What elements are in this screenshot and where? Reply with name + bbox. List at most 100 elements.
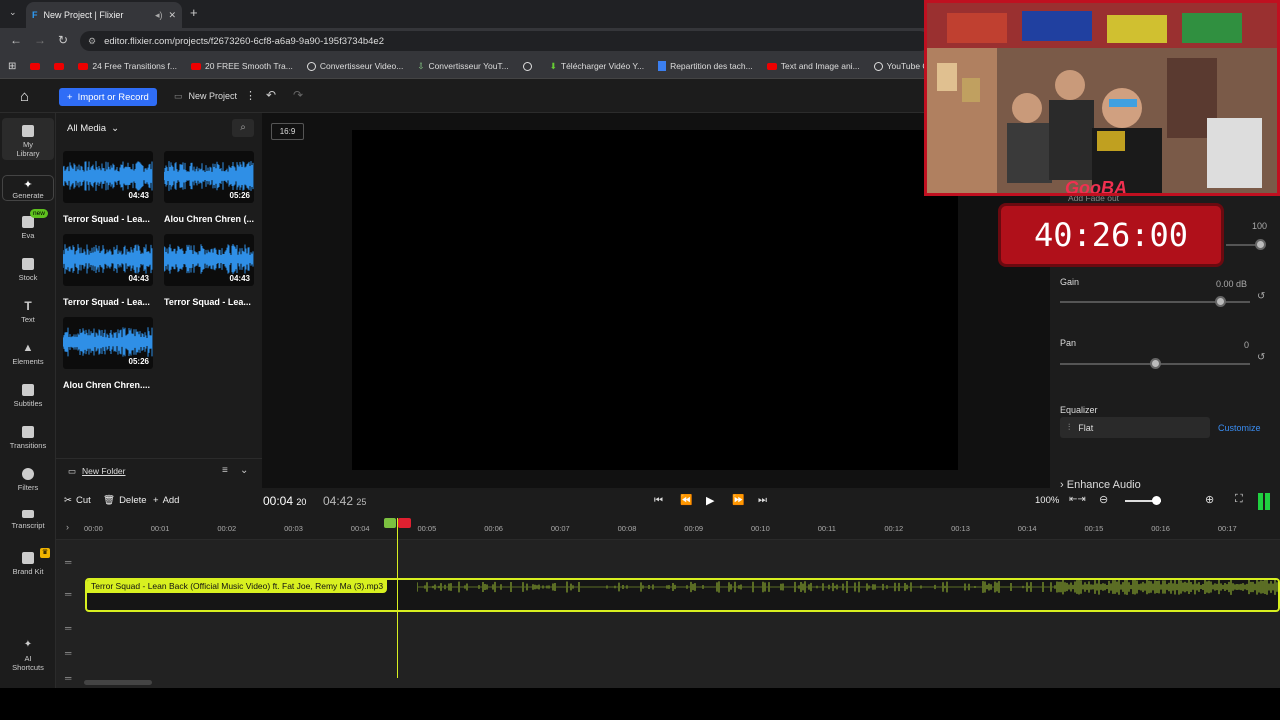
bookmark-item[interactable]: Repartition des tach...: [658, 61, 753, 71]
expand-tracks-icon[interactable]: ›: [66, 522, 69, 532]
sidebar-item-transitions[interactable]: Transitions: [2, 426, 54, 450]
tab-audio-icon[interactable]: ◂): [155, 10, 163, 21]
add-button[interactable]: + Add: [153, 495, 179, 506]
playhead-handle-right[interactable]: [398, 518, 411, 528]
webcam-scene: [927, 3, 1277, 193]
track-handle-icon[interactable]: ═: [65, 673, 71, 683]
bookmark-item[interactable]: Convertisseur Video...: [306, 61, 403, 71]
playhead[interactable]: [384, 518, 411, 678]
media-thumbnail[interactable]: 05:26: [63, 317, 153, 369]
rewind-icon[interactable]: ⏪: [680, 495, 692, 506]
tab-list-chevron-icon[interactable]: ⌄: [9, 7, 17, 18]
url-field[interactable]: ⚙ editor.flixier.com/projects/f2673260-6…: [80, 31, 930, 51]
bookmark-item[interactable]: ⬇ Télécharger Vidéo Y...: [550, 61, 644, 72]
media-thumbnail[interactable]: 04:43: [63, 151, 153, 203]
chevron-down-icon[interactable]: ⌄: [240, 465, 248, 476]
timeline-scrollbar[interactable]: [84, 680, 152, 685]
sidebar-item-elements[interactable]: ▲ Elements: [2, 342, 54, 366]
equalizer-icon: ⫶: [1068, 422, 1071, 432]
fit-timeline-icon[interactable]: ⇤⇥: [1069, 494, 1086, 505]
media-thumbnail[interactable]: 05:26: [164, 151, 254, 203]
timeline-ruler[interactable]: › 00:00 00:01 00:02 00:03 00:04 00:05 00:06 00:…: [56, 516, 1280, 540]
zoom-out-icon[interactable]: ⊖: [1099, 493, 1108, 506]
sidebar-item-eva[interactable]: Eva new: [2, 209, 54, 240]
sidebar-item-brand-kit[interactable]: Brand Kit ♛: [2, 548, 54, 576]
reload-icon[interactable]: ↻: [58, 33, 68, 47]
ruler-tick-label: 00:17: [1217, 524, 1237, 533]
track-handle-icon[interactable]: ═: [65, 648, 71, 658]
sidebar-item-subtitles[interactable]: Subtitles: [2, 384, 54, 408]
ruler-tick-label: 00:03: [284, 524, 303, 533]
import-or-record-button[interactable]: + Import or Record: [59, 88, 157, 106]
cut-button[interactable]: ✂ Cut: [64, 495, 91, 506]
site-info-icon[interactable]: ⚙: [88, 36, 96, 47]
preview-canvas[interactable]: [352, 130, 958, 470]
bookmark-item[interactable]: ⇩ Convertisseur YouT...: [417, 61, 508, 72]
playhead-handle-left[interactable]: [384, 518, 396, 528]
tab-close-icon[interactable]: ✕: [168, 10, 176, 21]
all-media-dropdown[interactable]: All Media ⌄: [67, 123, 119, 134]
zoom-in-icon[interactable]: ⊕: [1205, 493, 1214, 506]
enhance-audio-section[interactable]: › Enhance Audio: [1060, 479, 1141, 488]
sidebar-item-generate[interactable]: ✦ Generate: [2, 175, 54, 201]
sidebar-item-stock[interactable]: Stock: [2, 258, 54, 282]
more-options-icon[interactable]: ⋮: [245, 89, 256, 102]
youtube-bookmark-icon[interactable]: [30, 62, 41, 70]
waveform: [63, 327, 153, 357]
current-time: 00:04 20: [263, 494, 307, 508]
sidebar-item-transcript[interactable]: Transcript: [2, 510, 54, 530]
equalizer-select[interactable]: ⫶ Flat: [1060, 417, 1210, 438]
audio-clip[interactable]: Terror Squad - Lean Back (Official Music…: [85, 578, 1280, 612]
youtube-bookmark-icon-2[interactable]: [54, 62, 65, 70]
reset-gain-icon[interactable]: ↺: [1257, 291, 1265, 302]
new-project-button[interactable]: ▭ New Project: [174, 91, 237, 102]
customize-link[interactable]: Customize: [1218, 423, 1261, 433]
fast-forward-icon[interactable]: ⏩: [732, 495, 744, 506]
scissors-icon: ✂: [64, 495, 72, 506]
browser-tab[interactable]: F New Project | Flixier ◂) ✕: [26, 2, 182, 28]
skip-back-icon[interactable]: ⏮: [654, 495, 663, 506]
globe-icon: [522, 61, 532, 71]
volume-slider-knob[interactable]: [1255, 239, 1266, 250]
media-thumbnail[interactable]: 04:43: [164, 234, 254, 286]
search-button[interactable]: ⌕: [232, 119, 254, 137]
flixier-favicon-icon: F: [32, 10, 38, 20]
apps-grid-icon[interactable]: ⊞: [8, 61, 16, 72]
skip-forward-icon[interactable]: ⏭: [758, 495, 767, 506]
gain-slider-knob[interactable]: [1214, 296, 1226, 307]
ruler-tick-label: 00:09: [684, 524, 704, 533]
aspect-ratio-button[interactable]: 16:9: [271, 123, 304, 140]
track-handle-icon[interactable]: ═: [65, 589, 71, 599]
gain-value: 0.00 dB: [1216, 279, 1248, 289]
new-badge: new: [30, 209, 48, 218]
sidebar-item-my-library[interactable]: My Library: [2, 118, 54, 160]
sidebar-item-ai-shortcuts[interactable]: ✦ AI Shortcuts: [2, 639, 54, 672]
zoom-slider-knob[interactable]: [1152, 496, 1161, 505]
bookmark-item[interactable]: [522, 61, 536, 71]
sidebar-item-filters[interactable]: Filters: [2, 468, 54, 492]
ruler-tick-label: 00:15: [1084, 524, 1104, 533]
bookmark-item[interactable]: 24 Free Transitions f...: [78, 61, 177, 71]
track-handle-icon[interactable]: ═: [65, 623, 71, 633]
new-tab-icon[interactable]: +: [190, 5, 198, 20]
track-handle-icon[interactable]: ═: [65, 557, 71, 567]
fullscreen-icon[interactable]: ⛶: [1235, 493, 1243, 506]
play-icon[interactable]: ▶: [706, 494, 714, 507]
forward-icon[interactable]: →: [34, 33, 46, 47]
delete-button[interactable]: 🗑 Delete: [103, 495, 147, 506]
youtube-icon: [190, 62, 201, 70]
home-icon[interactable]: ⌂: [20, 88, 29, 105]
bookmark-item[interactable]: 20 FREE Smooth Tra...: [190, 61, 293, 71]
sidebar-item-text[interactable]: T Text: [2, 300, 54, 324]
media-thumbnail[interactable]: 04:43: [63, 234, 153, 286]
pan-slider-knob[interactable]: [1150, 358, 1161, 369]
reset-pan-icon[interactable]: ↺: [1257, 352, 1265, 363]
sort-icon[interactable]: ≡: [222, 465, 228, 476]
undo-icon[interactable]: ↶: [266, 88, 276, 102]
redo-icon[interactable]: ↷: [293, 88, 303, 102]
back-icon[interactable]: ←: [10, 33, 22, 47]
media-item-name: Alou Chren Chren (...: [164, 214, 254, 224]
waveform: [164, 244, 254, 274]
new-folder-button[interactable]: ▭ New Folder: [68, 466, 126, 477]
bookmark-item[interactable]: Text and Image ani...: [766, 61, 860, 71]
